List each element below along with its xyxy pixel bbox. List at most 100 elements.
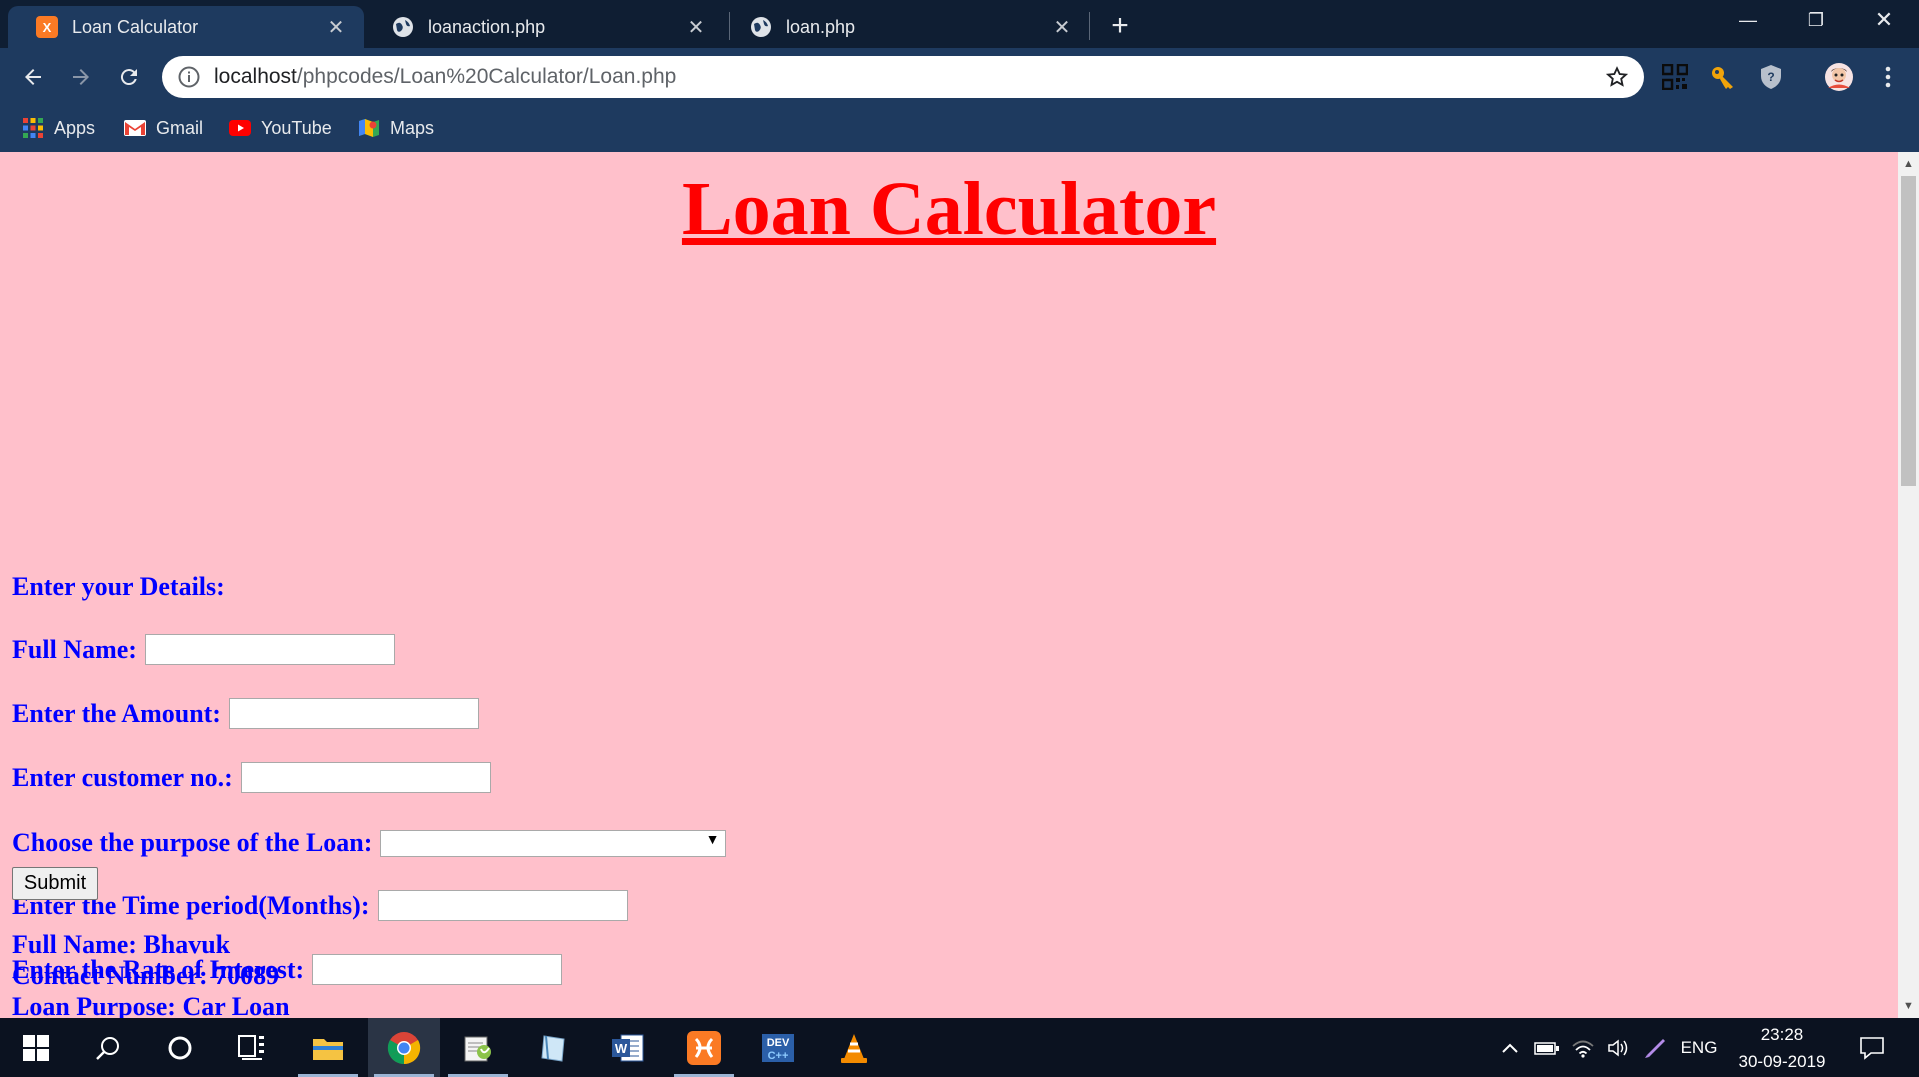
result-full-name: Full Name: Bhavuk bbox=[12, 930, 231, 959]
shield-extension-icon[interactable]: ? bbox=[1754, 60, 1788, 94]
full-name-row: Full Name: bbox=[12, 634, 395, 665]
amount-input[interactable] bbox=[228, 698, 479, 729]
clock-date: 30-09-2019 bbox=[1738, 1051, 1826, 1071]
time-period-input[interactable] bbox=[377, 890, 628, 921]
customer-no-label: Enter customer no.: bbox=[12, 762, 233, 792]
tab-title: Loan Calculator bbox=[72, 16, 199, 37]
cortana-button[interactable] bbox=[144, 1018, 216, 1077]
tab-loan-php[interactable]: loan.php ✕ bbox=[722, 6, 1090, 48]
start-button[interactable] bbox=[0, 1018, 72, 1077]
notepad-plus-button[interactable] bbox=[442, 1018, 514, 1077]
pen-ink-icon[interactable] bbox=[1638, 1018, 1672, 1077]
devcpp-button[interactable]: DEV C++ bbox=[742, 1018, 814, 1077]
url-path: /phpcodes/Loan%20Calculator/Loan.php bbox=[296, 65, 677, 88]
forward-button[interactable] bbox=[62, 58, 100, 96]
notes-app-button[interactable] bbox=[518, 1018, 590, 1077]
svg-text:DEV: DEV bbox=[767, 1037, 790, 1049]
bookmark-youtube[interactable]: YouTube bbox=[229, 113, 332, 143]
svg-text:W: W bbox=[615, 1041, 628, 1056]
task-view-icon bbox=[238, 1034, 264, 1060]
browser-toolbar: localhost/phpcodes/Loan%20Calculator/Loa… bbox=[0, 48, 1919, 105]
svg-text:C++: C++ bbox=[768, 1050, 789, 1062]
reload-button[interactable] bbox=[110, 58, 148, 96]
new-tab-button[interactable]: + bbox=[1102, 8, 1138, 44]
page-viewport: Loan Calculator Enter your Details: Full… bbox=[0, 152, 1898, 1018]
close-window-button[interactable]: ✕ bbox=[1851, 0, 1917, 40]
submit-button[interactable]: Submit bbox=[12, 867, 98, 900]
system-clock[interactable]: 23:28 30-09-2019 bbox=[1724, 1018, 1840, 1077]
tab-separator bbox=[1089, 12, 1090, 40]
action-center-icon[interactable] bbox=[1852, 1018, 1892, 1077]
tab-loan-calculator[interactable]: X Loan Calculator ✕ bbox=[8, 6, 364, 48]
key-extension-icon[interactable] bbox=[1706, 60, 1740, 94]
word-button[interactable]: W bbox=[592, 1018, 664, 1077]
minimize-button[interactable]: — bbox=[1715, 0, 1781, 40]
svg-text:X: X bbox=[43, 20, 52, 35]
language-indicator[interactable]: ENG bbox=[1676, 1018, 1722, 1077]
folder-icon bbox=[313, 1038, 343, 1060]
amount-row: Enter the Amount: bbox=[12, 698, 479, 729]
chrome-taskbar-button[interactable] bbox=[368, 1018, 440, 1077]
chrome-icon bbox=[387, 1031, 421, 1064]
volume-icon[interactable] bbox=[1602, 1018, 1636, 1077]
bookmark-star-icon[interactable] bbox=[1606, 66, 1628, 88]
reload-icon bbox=[120, 69, 137, 86]
vertical-scrollbar[interactable]: ▲ ▼ bbox=[1898, 152, 1919, 1018]
search-button[interactable] bbox=[72, 1018, 144, 1077]
bookmark-label: Gmail bbox=[156, 117, 204, 138]
scroll-up-arrow-icon[interactable]: ▲ bbox=[1898, 154, 1919, 174]
amount-label: Enter the Amount: bbox=[12, 698, 221, 728]
show-hidden-icons-chevron-icon[interactable] bbox=[1495, 1018, 1525, 1077]
profile-avatar[interactable] bbox=[1822, 60, 1856, 94]
xampp-button[interactable] bbox=[668, 1018, 740, 1077]
tab-strip: X Loan Calculator ✕ loanaction.php ✕ loa… bbox=[0, 0, 1919, 48]
search-icon bbox=[96, 1036, 119, 1060]
wifi-icon[interactable] bbox=[1566, 1018, 1600, 1077]
notebook-icon bbox=[541, 1034, 565, 1062]
customer-no-input[interactable] bbox=[240, 762, 491, 793]
clock-time: 23:28 bbox=[1760, 1024, 1804, 1044]
vlc-cone-icon bbox=[841, 1033, 867, 1063]
bookmark-gmail[interactable]: Gmail bbox=[124, 113, 203, 143]
tab-loanaction[interactable]: loanaction.php ✕ bbox=[364, 6, 724, 48]
cortana-ring-icon bbox=[168, 1036, 192, 1059]
interest-rate-input[interactable] bbox=[312, 954, 563, 985]
dev-cpp-icon: DEVC++ bbox=[762, 1033, 794, 1062]
page-title: Loan Calculator bbox=[681, 167, 1217, 251]
loan-purpose-select[interactable]: ▼ bbox=[380, 829, 727, 857]
bookmarks-bar: Apps Gmail YouTube Maps bbox=[0, 105, 1919, 152]
close-tab-icon[interactable]: ✕ bbox=[326, 17, 346, 39]
back-arrow-icon bbox=[25, 69, 41, 85]
battery-icon[interactable] bbox=[1530, 1018, 1564, 1077]
result-contact-number: Contact Number: 70089 bbox=[12, 961, 280, 990]
loan-purpose-label: Choose the purpose of the Loan: bbox=[12, 828, 373, 857]
xampp-icon: X bbox=[36, 16, 58, 38]
bookmark-maps[interactable]: Maps bbox=[358, 113, 434, 143]
windows-taskbar: W DEV C++ ENG 23:28 30-09-2019 bbox=[0, 1018, 1919, 1077]
loan-purpose-row: Choose the purpose of the Loan: ▼ bbox=[12, 828, 727, 858]
qr-code-extension-icon[interactable] bbox=[1658, 60, 1692, 94]
globe-icon bbox=[750, 16, 772, 38]
gmail-icon bbox=[124, 117, 146, 139]
full-name-input[interactable] bbox=[144, 634, 395, 665]
task-view-button[interactable] bbox=[216, 1018, 288, 1077]
result-loan-purpose: Loan Purpose: Car Loan bbox=[12, 992, 290, 1018]
dropdown-arrow-icon: ▼ bbox=[705, 832, 720, 848]
time-period-row: Enter the Time period(Months): bbox=[12, 890, 628, 921]
vlc-button[interactable] bbox=[818, 1018, 890, 1077]
restore-button[interactable]: ❐ bbox=[1783, 0, 1849, 40]
back-button[interactable] bbox=[14, 58, 52, 96]
bookmark-apps[interactable]: Apps bbox=[22, 113, 95, 143]
forward-arrow-icon bbox=[73, 69, 89, 85]
close-tab-icon[interactable]: ✕ bbox=[1052, 17, 1072, 39]
browser-menu-icon[interactable] bbox=[1871, 60, 1905, 94]
scrollbar-thumb[interactable] bbox=[1901, 176, 1916, 486]
svg-text:?: ? bbox=[1767, 70, 1774, 84]
close-tab-icon[interactable]: ✕ bbox=[686, 17, 706, 39]
globe-icon bbox=[392, 16, 414, 38]
file-explorer-button[interactable] bbox=[292, 1018, 364, 1077]
scroll-down-arrow-icon[interactable]: ▼ bbox=[1898, 996, 1919, 1016]
word-icon: W bbox=[612, 1034, 644, 1061]
address-bar[interactable]: localhost/phpcodes/Loan%20Calculator/Loa… bbox=[162, 56, 1644, 98]
site-info-icon[interactable] bbox=[178, 66, 200, 88]
